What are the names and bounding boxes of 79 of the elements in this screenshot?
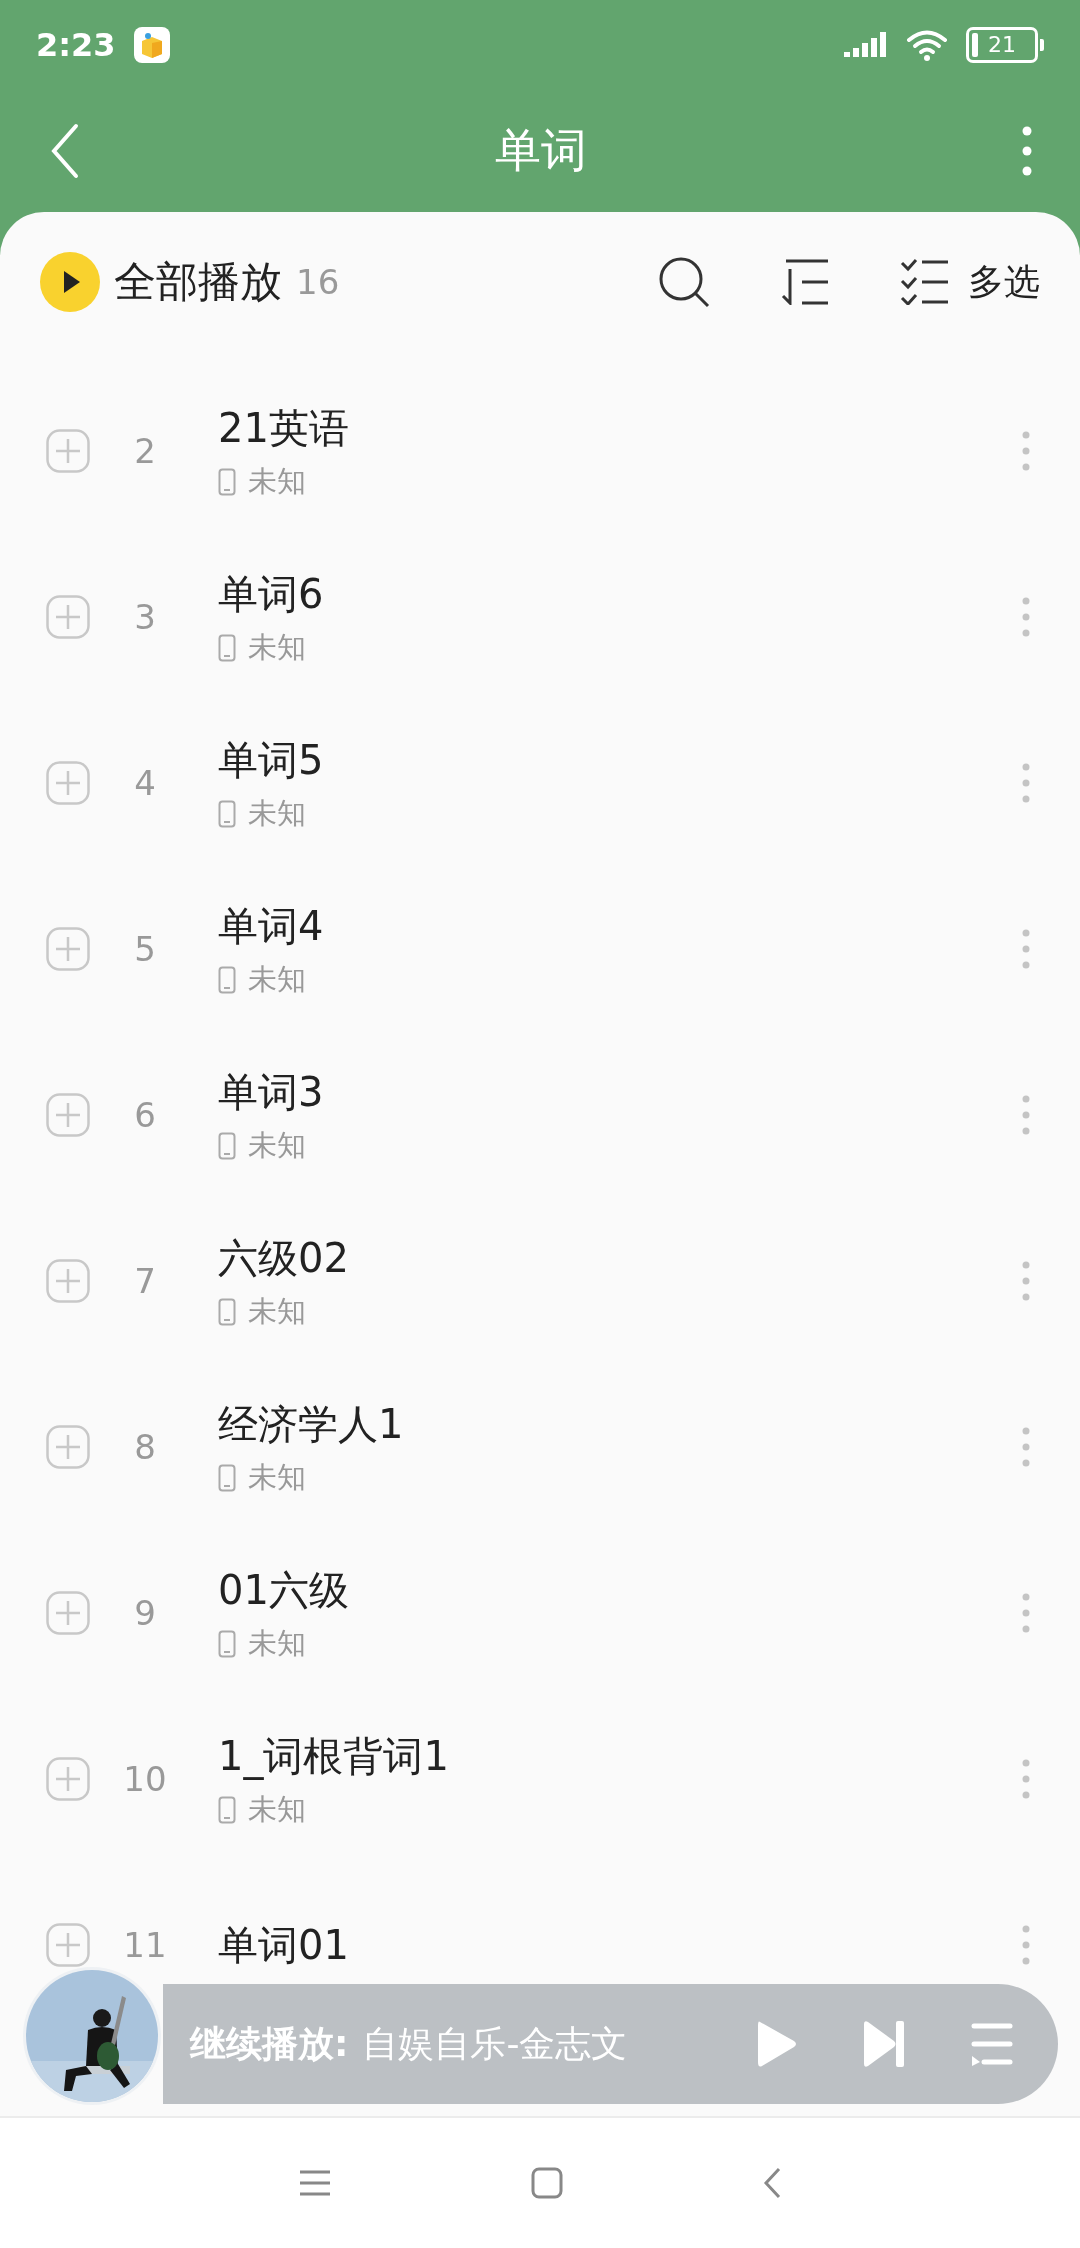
- play-icon: [40, 252, 100, 312]
- more-icon[interactable]: [1022, 763, 1030, 803]
- add-icon[interactable]: [46, 595, 90, 639]
- song-source: 未知: [248, 1458, 306, 1496]
- page-title: 单词: [495, 122, 587, 179]
- track-number: 4: [133, 763, 157, 803]
- resume-label: 继续播放:: [190, 2021, 349, 2066]
- multi-select-button[interactable]: 多选: [900, 257, 1040, 307]
- more-icon[interactable]: [1022, 1593, 1030, 1633]
- search-icon[interactable]: [658, 256, 710, 308]
- more-icon[interactable]: [1022, 431, 1030, 471]
- song-source: 未知: [248, 794, 306, 832]
- song-title[interactable]: 经济学人1: [218, 1396, 404, 1452]
- song-source: 未知: [248, 628, 306, 666]
- track-name: 自娱自乐-金志文: [362, 2021, 628, 2066]
- song-title[interactable]: 单词6: [218, 566, 324, 622]
- song-title[interactable]: 21英语: [218, 400, 349, 456]
- phone-icon: [218, 1297, 236, 1326]
- add-icon[interactable]: [46, 1259, 90, 1303]
- back-icon[interactable]: [50, 123, 80, 179]
- song-title[interactable]: 六级02: [218, 1230, 349, 1286]
- song-title[interactable]: 01六级: [218, 1562, 349, 1618]
- phone-icon: [218, 965, 236, 994]
- phone-icon: [218, 467, 236, 496]
- more-icon[interactable]: [1022, 1427, 1030, 1467]
- song-title[interactable]: 1_词根背词1: [218, 1728, 449, 1784]
- back-icon[interactable]: [763, 2167, 781, 2199]
- song-source: 未知: [248, 462, 306, 500]
- song-count: 16: [296, 262, 340, 302]
- playlist-icon[interactable]: [970, 2022, 1014, 2066]
- more-icon[interactable]: [1022, 597, 1030, 637]
- track-number: 10: [122, 1759, 168, 1799]
- track-number: 11: [122, 1925, 168, 1965]
- track-number: 7: [133, 1261, 157, 1301]
- signal-icon: [844, 30, 888, 60]
- add-icon[interactable]: [46, 1093, 90, 1137]
- phone-icon: [218, 1795, 236, 1824]
- app-notification-icon: [133, 27, 170, 63]
- more-icon[interactable]: [1022, 1925, 1030, 1965]
- track-number: 5: [133, 929, 157, 969]
- song-source: 未知: [248, 960, 306, 998]
- menu-icon[interactable]: [299, 2169, 331, 2197]
- more-icon[interactable]: [1022, 929, 1030, 969]
- checklist-icon: [900, 259, 950, 305]
- phone-icon: [218, 633, 236, 662]
- track-number: 2: [133, 431, 157, 471]
- song-title[interactable]: 单词5: [218, 732, 324, 788]
- song-source: 未知: [248, 1624, 306, 1662]
- more-icon[interactable]: [1022, 1759, 1030, 1799]
- track-number: 6: [133, 1095, 157, 1135]
- wifi-icon: [906, 28, 948, 62]
- add-icon[interactable]: [46, 429, 90, 473]
- more-icon[interactable]: [1022, 1095, 1030, 1135]
- status-time: 2:23: [36, 26, 116, 64]
- phone-icon: [218, 799, 236, 828]
- song-source: 未知: [248, 1292, 306, 1330]
- track-number: 9: [133, 1593, 157, 1633]
- phone-icon: [218, 1463, 236, 1492]
- add-icon[interactable]: [46, 1425, 90, 1469]
- song-title[interactable]: 单词3: [218, 1064, 324, 1120]
- next-icon[interactable]: [862, 2020, 906, 2068]
- more-icon[interactable]: [1022, 126, 1032, 176]
- add-icon[interactable]: [46, 761, 90, 805]
- sort-icon[interactable]: [780, 259, 830, 305]
- track-number: 8: [133, 1427, 157, 1467]
- add-icon[interactable]: [46, 1591, 90, 1635]
- add-icon[interactable]: [46, 927, 90, 971]
- song-title[interactable]: 单词4: [218, 898, 324, 954]
- song-title[interactable]: 单词01: [218, 1917, 349, 1973]
- phone-icon: [218, 1629, 236, 1658]
- home-icon[interactable]: [531, 2167, 563, 2199]
- phone-icon: [218, 1131, 236, 1160]
- add-icon[interactable]: [46, 1923, 90, 1967]
- song-source: 未知: [248, 1790, 306, 1828]
- add-icon[interactable]: [46, 1757, 90, 1801]
- play-all-button[interactable]: 全部播放: [40, 252, 282, 312]
- more-icon[interactable]: [1022, 1261, 1030, 1301]
- song-source: 未知: [248, 1126, 306, 1164]
- track-number: 3: [133, 597, 157, 637]
